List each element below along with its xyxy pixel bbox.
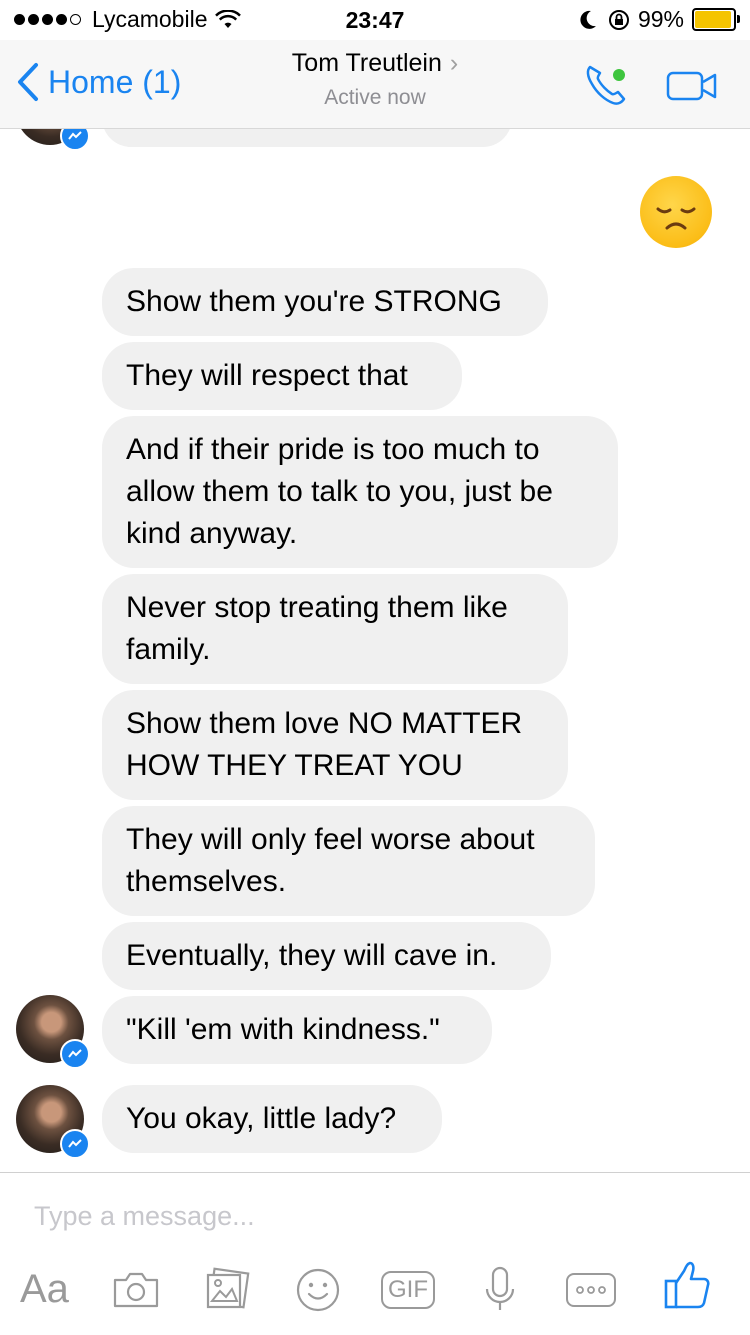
- camera-button[interactable]: [112, 1271, 160, 1309]
- message-bubble[interactable]: "Kill 'em with kindness.": [102, 996, 492, 1064]
- status-bar: Lycamobile 23:47 99%: [0, 0, 750, 40]
- disappointed-face-emoji[interactable]: [640, 176, 712, 248]
- more-icon: [576, 1286, 606, 1294]
- composer: Type a message... Aa GIF: [0, 1172, 750, 1335]
- gif-icon: GIF: [388, 1276, 428, 1303]
- message-bubble[interactable]: And if their pride is too much to allow …: [102, 416, 618, 568]
- message-list[interactable]: Show them you're STRONG They will respec…: [0, 129, 750, 1172]
- camera-icon: [113, 1272, 159, 1308]
- gif-button[interactable]: GIF: [381, 1271, 435, 1309]
- battery-icon: [692, 8, 740, 31]
- message-bubble[interactable]: Eventually, they will cave in.: [102, 922, 551, 990]
- message-bubble-partial[interactable]: [102, 129, 512, 147]
- video-call-button[interactable]: [666, 70, 718, 107]
- message-bubble[interactable]: They will only feel worse about themselv…: [102, 806, 595, 916]
- messenger-badge-icon: [60, 129, 90, 151]
- like-button[interactable]: [662, 1259, 712, 1311]
- message-bubble[interactable]: You okay, little lady?: [102, 1085, 442, 1153]
- emoji-button[interactable]: [295, 1267, 341, 1313]
- photo-icon: [206, 1267, 250, 1309]
- more-button[interactable]: [566, 1273, 616, 1307]
- chevron-right-icon: ›: [449, 49, 459, 77]
- battery-percent: 99%: [637, 6, 684, 32]
- conversation-title[interactable]: Tom Treutlein › Active now: [0, 49, 750, 110]
- avatar[interactable]: [16, 129, 90, 151]
- microphone-icon: [485, 1266, 515, 1310]
- message-bubble[interactable]: They will respect that: [102, 342, 462, 410]
- voice-call-button[interactable]: [583, 62, 633, 113]
- message-bubble[interactable]: Never stop treating them like family.: [102, 574, 568, 684]
- messenger-badge-icon: [60, 1129, 90, 1159]
- rotation-lock-icon: [608, 9, 629, 30]
- video-camera-icon: [666, 71, 717, 101]
- status-right: 99%: [578, 6, 740, 33]
- message-bubble[interactable]: Show them you're STRONG: [102, 268, 548, 336]
- phone-icon: [586, 65, 626, 105]
- avatar[interactable]: [16, 995, 90, 1069]
- message-input[interactable]: Type a message...: [34, 1201, 255, 1232]
- contact-status: Active now: [324, 86, 426, 109]
- text-format-icon[interactable]: Aa: [20, 1267, 69, 1312]
- contact-name: Tom Treutlein: [291, 49, 442, 77]
- messenger-badge-icon: [60, 1039, 90, 1069]
- photo-button[interactable]: [204, 1267, 250, 1311]
- message-bubble[interactable]: Show them love NO MATTER HOW THEY TREAT …: [102, 690, 568, 800]
- microphone-button[interactable]: [482, 1265, 518, 1313]
- composer-toolbar: Aa GIF: [0, 1259, 750, 1323]
- avatar[interactable]: [16, 1085, 90, 1159]
- thumbs-up-icon: [664, 1261, 710, 1309]
- navigation-bar: Home (1) Tom Treutlein › Active now: [0, 40, 750, 129]
- emoji-icon: [296, 1268, 340, 1312]
- moon-icon: [580, 10, 596, 29]
